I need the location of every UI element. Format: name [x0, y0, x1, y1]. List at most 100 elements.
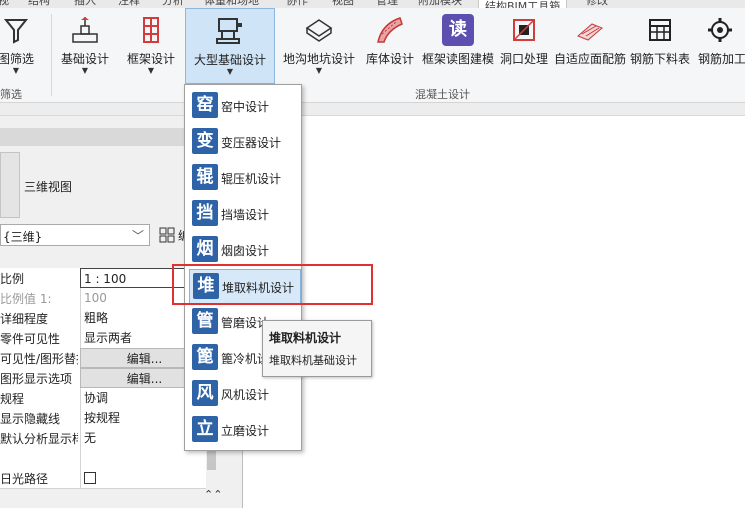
menu-item-fan[interactable]: 风 风机设计: [189, 377, 299, 411]
quick-access-strip: [0, 103, 745, 116]
property-value: [80, 448, 206, 468]
ribbon: 图筛选 ▼ 筛选 基础设计 ▼ 框架设计 ▼ 大型基础设计 ▼ 地沟地坑设计 ▼…: [0, 8, 745, 103]
highlight-annotation-box: [172, 264, 373, 305]
tab-collaborate[interactable]: 协作: [286, 0, 308, 8]
property-row-blank: [0, 448, 206, 469]
menu-item-label: 风机设计: [221, 388, 270, 402]
edit-type-icon: [159, 227, 175, 243]
menu-item-label: 辊压机设计: [221, 172, 282, 186]
rebar-process-icon: [707, 18, 732, 42]
property-key: 日光路径: [0, 472, 49, 486]
tab-annotate[interactable]: 注释: [118, 0, 140, 8]
ribbon-tab-bar: 视 结构 插入 注释 分析 体量和场地 协作 视图 管理 附加模块 结构BIM工…: [0, 0, 745, 8]
chevron-down-icon: ▼: [81, 66, 89, 75]
adaptive-rebar-icon: [577, 23, 603, 41]
filter-button[interactable]: 图筛选 ▼: [0, 8, 40, 90]
collapse-chevron-icon[interactable]: ⌃⌃: [204, 488, 222, 501]
opening-button[interactable]: 洞口处理: [498, 8, 550, 90]
property-row-analysis-display: 默认分析显示样式 无: [0, 428, 206, 449]
view-type-selector[interactable]: {三维} ﹀: [0, 224, 150, 246]
pit-icon: [305, 19, 333, 42]
tab-modify[interactable]: 修改: [586, 0, 608, 8]
large-foundation-label: 大型基础设计: [193, 53, 266, 67]
menu-item-label: 变压器设计: [221, 136, 282, 150]
filter-label: 图筛选: [0, 52, 34, 66]
property-key: 图形显示选项: [0, 372, 73, 386]
rebar-schedule-icon: [649, 19, 671, 41]
filter-icon: [3, 19, 29, 44]
silo-design-button[interactable]: 库体设计: [364, 8, 416, 90]
view-type-name: 三维视图: [24, 180, 73, 194]
tooltip-description: 堆取料机基础设计: [269, 354, 357, 367]
rebar-schedule-button[interactable]: 钢筋下料表: [630, 8, 690, 90]
read-drawing-icon: 读: [442, 14, 474, 46]
menu-item-kiln[interactable]: 窑 窑中设计: [189, 89, 299, 123]
chevron-down-icon: ▼: [226, 67, 234, 76]
adaptive-rebar-button[interactable]: 自适应面配筋: [552, 8, 628, 90]
concrete-design-group-label: 混凝土设计: [415, 88, 470, 101]
frame-design-button[interactable]: 框架设计 ▼: [120, 8, 182, 90]
tab-insert[interactable]: 插入: [74, 0, 96, 8]
foundation-design-button[interactable]: 基础设计 ▼: [56, 8, 114, 90]
opening-icon: [513, 19, 535, 41]
property-key: 默认分析显示样式: [0, 432, 78, 446]
frame-building-icon: [143, 17, 159, 43]
menu-item-transformer[interactable]: 变 变压器设计: [189, 125, 299, 159]
tube-mill-icon: 管: [192, 308, 218, 334]
tab-bim-toolbox[interactable]: 结构BIM工具箱: [478, 0, 568, 8]
tab-view2[interactable]: 视图: [332, 0, 354, 8]
sun-path-checkbox[interactable]: [84, 472, 96, 484]
tab-view[interactable]: 视: [0, 0, 9, 8]
rebar-process-button[interactable]: 钢筋加工: [694, 8, 745, 90]
large-foundation-icon: [216, 18, 242, 44]
menu-item-label: 烟囱设计: [221, 244, 270, 258]
menu-item-retaining-wall[interactable]: 挡 挡墙设计: [189, 197, 299, 231]
rebar-schedule-label: 钢筋下料表: [630, 52, 691, 66]
scrollbar-thumb[interactable]: [207, 448, 216, 470]
adaptive-rebar-label: 自适应面配筋: [553, 52, 626, 66]
read-drawing-button[interactable]: 读 框架读图建模: [420, 8, 496, 90]
tab-structure[interactable]: 结构: [28, 0, 50, 8]
property-row-discipline: 规程 协调: [0, 388, 206, 409]
retaining-wall-icon: 挡: [192, 200, 218, 226]
tooltip: 堆取料机设计 堆取料机基础设计: [262, 320, 372, 377]
chevron-down-icon: ▼: [315, 66, 323, 75]
menu-item-vertical-mill[interactable]: 立 立磨设计: [189, 413, 299, 447]
tab-massing[interactable]: 体量和场地: [204, 0, 259, 8]
kiln-icon: 窑: [192, 92, 218, 118]
property-key: 详细程度: [0, 312, 49, 326]
property-key: 可见性/图形替换: [0, 352, 78, 366]
pit-design-label: 地沟地坑设计: [282, 52, 355, 66]
property-row-hidden-lines: 显示隐藏线 按规程: [0, 408, 206, 429]
group-separator: [51, 14, 52, 96]
chevron-down-icon: ▼: [12, 66, 20, 75]
property-row-detail-level: 详细程度 粗略: [0, 308, 206, 329]
foundation-design-label: 基础设计: [60, 52, 109, 66]
chevron-down-icon: ▼: [147, 66, 155, 75]
view-type-selector-value: {三维}: [3, 230, 43, 244]
menu-item-label: 立磨设计: [221, 424, 270, 438]
frame-design-label: 框架设计: [126, 52, 175, 66]
roller-press-icon: 辊: [192, 164, 218, 190]
menu-item-chimney[interactable]: 烟 烟囱设计: [189, 233, 299, 267]
menu-item-label: 挡墙设计: [221, 208, 270, 222]
foundation-icon: [72, 17, 98, 43]
large-foundation-design-button[interactable]: 大型基础设计 ▼: [185, 8, 275, 84]
property-key: 零件可见性: [0, 332, 61, 346]
menu-item-label: 窑中设计: [221, 100, 270, 114]
grate-cooler-icon: 篦: [192, 344, 218, 370]
property-key: 显示隐藏线: [0, 412, 61, 426]
tab-analyze[interactable]: 分析: [162, 0, 184, 8]
tab-addins[interactable]: 附加模块: [418, 0, 462, 8]
menu-item-roller-press[interactable]: 辊 辊压机设计: [189, 161, 299, 195]
property-key: 比例: [0, 272, 25, 286]
tab-manage[interactable]: 管理: [376, 0, 398, 8]
property-row-parts-visibility: 零件可见性 显示两者: [0, 328, 206, 349]
vertical-mill-icon: 立: [192, 416, 218, 442]
pit-design-button[interactable]: 地沟地坑设计 ▼: [282, 8, 356, 90]
read-drawing-label: 框架读图建模: [421, 52, 494, 66]
tooltip-title: 堆取料机设计: [269, 331, 342, 345]
property-key: 比例值 1:: [0, 292, 52, 306]
filter-group-label: 筛选: [0, 88, 22, 101]
silo-icon: [377, 17, 403, 43]
